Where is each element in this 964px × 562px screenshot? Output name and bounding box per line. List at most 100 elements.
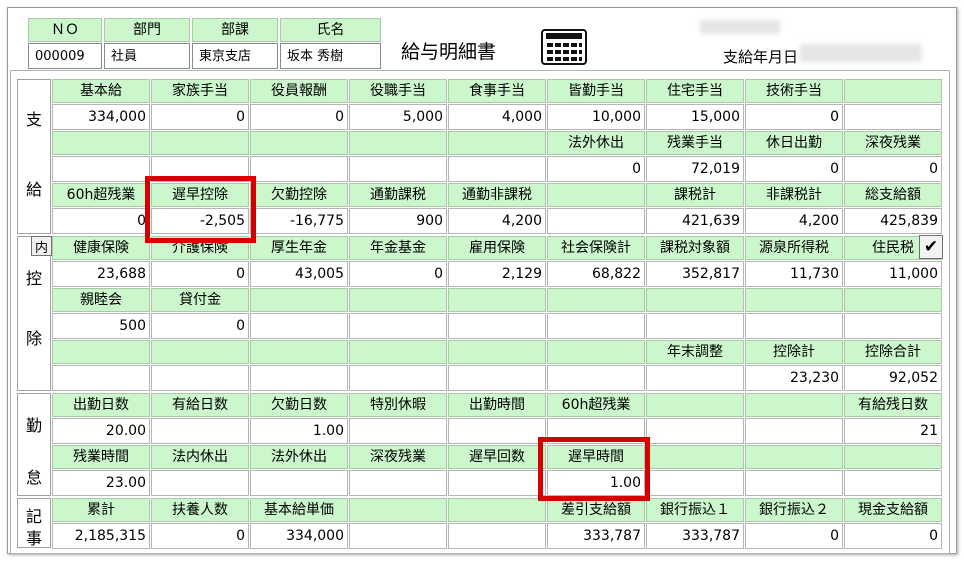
r9-value-5[interactable]: 333,787 — [547, 523, 645, 549]
r2-value-1[interactable] — [151, 156, 249, 182]
r3-value-7[interactable]: 4,200 — [745, 208, 843, 234]
r1-value-1[interactable]: 0 — [151, 104, 249, 130]
r7-value-7[interactable] — [745, 418, 843, 444]
r1-value-6[interactable]: 15,000 — [646, 104, 744, 130]
section-kintai-char2: 怠 — [25, 468, 42, 487]
r5-value-1[interactable]: 0 — [151, 313, 249, 339]
r6-value-7[interactable]: 23,230 — [745, 365, 843, 391]
r6-value-3[interactable] — [349, 365, 447, 391]
r3-value-3[interactable]: 900 — [349, 208, 447, 234]
r2-label-1 — [151, 131, 249, 155]
r8-value-8[interactable] — [844, 470, 942, 496]
r2-value-8[interactable]: 0 — [844, 156, 942, 182]
r7-value-3[interactable] — [349, 418, 447, 444]
r9-value-4[interactable] — [448, 523, 546, 549]
r8-label-5: 遅早時間 — [547, 445, 645, 469]
r4-value-8[interactable]: 11,000 — [844, 261, 942, 287]
r3-value-0[interactable]: 0 — [52, 208, 150, 234]
r4-value-2[interactable]: 43,005 — [250, 261, 348, 287]
r5-value-3[interactable] — [349, 313, 447, 339]
r8-value-3[interactable] — [349, 470, 447, 496]
r3-value-5[interactable] — [547, 208, 645, 234]
r1-value-7[interactable]: 0 — [745, 104, 843, 130]
r2-value-3[interactable] — [349, 156, 447, 182]
r9-value-6[interactable]: 333,787 — [646, 523, 744, 549]
r1-value-4[interactable]: 4,000 — [448, 104, 546, 130]
r4-value-7[interactable]: 11,730 — [745, 261, 843, 287]
r8-value-7[interactable] — [745, 470, 843, 496]
naiyo-button[interactable]: 内 — [31, 236, 52, 256]
r7-value-0[interactable]: 20.00 — [52, 418, 150, 444]
r8-value-1[interactable] — [151, 470, 249, 496]
r4-value-6[interactable]: 352,817 — [646, 261, 744, 287]
r4-value-0[interactable]: 23,688 — [52, 261, 150, 287]
r9-value-2[interactable]: 334,000 — [250, 523, 348, 549]
r1-value-2[interactable]: 0 — [250, 104, 348, 130]
r1-label-6: 住宅手当 — [646, 79, 744, 103]
header-value-0[interactable]: 000009 — [28, 43, 102, 69]
r3-value-2[interactable]: -16,775 — [250, 208, 348, 234]
r5-value-0[interactable]: 500 — [52, 313, 150, 339]
header-label-1: 部門 — [104, 18, 190, 42]
r8-value-5[interactable]: 1.00 — [547, 470, 645, 496]
r6-value-1[interactable] — [151, 365, 249, 391]
r8-value-0[interactable]: 23.00 — [52, 470, 150, 496]
r6-value-5[interactable] — [547, 365, 645, 391]
header-value-3[interactable]: 坂本 秀樹 — [280, 43, 381, 69]
r7-value-2[interactable]: 1.00 — [250, 418, 348, 444]
r5-value-8[interactable] — [844, 313, 942, 339]
r7-value-5[interactable] — [547, 418, 645, 444]
r3-value-6[interactable]: 421,639 — [646, 208, 744, 234]
r6-value-2[interactable] — [250, 365, 348, 391]
r7-value-8[interactable]: 21 — [844, 418, 942, 444]
r7-value-6[interactable] — [646, 418, 744, 444]
r2-value-2[interactable] — [250, 156, 348, 182]
r9-value-0[interactable]: 2,185,315 — [52, 523, 150, 549]
r9-value-1[interactable]: 0 — [151, 523, 249, 549]
check-button[interactable]: ✔ — [919, 235, 943, 259]
r5-value-6[interactable] — [646, 313, 744, 339]
r6-value-0[interactable] — [52, 365, 150, 391]
r2-value-5[interactable]: 0 — [547, 156, 645, 182]
r8-value-2[interactable] — [250, 470, 348, 496]
r3-value-8[interactable]: 425,839 — [844, 208, 942, 234]
r7-value-4[interactable] — [448, 418, 546, 444]
header-value-1[interactable]: 社員 — [104, 43, 190, 69]
r8-value-6[interactable] — [646, 470, 744, 496]
r6-value-8[interactable]: 92,052 — [844, 365, 942, 391]
r2-value-7[interactable]: 0 — [745, 156, 843, 182]
r9-value-8[interactable]: 0 — [844, 523, 942, 549]
r5-value-7[interactable] — [745, 313, 843, 339]
r1-value-5[interactable]: 10,000 — [547, 104, 645, 130]
r5-value-2[interactable] — [250, 313, 348, 339]
r9-value-7[interactable]: 0 — [745, 523, 843, 549]
r5-value-5[interactable] — [547, 313, 645, 339]
r9-value-3[interactable] — [349, 523, 447, 549]
r2-value-4[interactable] — [448, 156, 546, 182]
r2-value-6[interactable]: 72,019 — [646, 156, 744, 182]
r1-value-0[interactable]: 334,000 — [52, 104, 150, 130]
r4-value-1[interactable]: 0 — [151, 261, 249, 287]
r3-label-2: 欠勤控除 — [250, 183, 348, 207]
r6-label-2 — [250, 340, 348, 364]
header-value-2[interactable]: 東京支店 — [192, 43, 278, 69]
r2-value-0[interactable] — [52, 156, 150, 182]
r4-value-5[interactable]: 68,822 — [547, 261, 645, 287]
r6-value-4[interactable] — [448, 365, 546, 391]
r5-label-8 — [844, 288, 942, 312]
r3-value-4[interactable]: 4,200 — [448, 208, 546, 234]
r5-value-4[interactable] — [448, 313, 546, 339]
calculator-icon[interactable] — [541, 29, 587, 65]
r1-value-8[interactable] — [844, 104, 942, 130]
r3-value-1[interactable]: -2,505 — [151, 208, 249, 234]
r1-value-3[interactable]: 5,000 — [349, 104, 447, 130]
r1-label-8 — [844, 79, 942, 103]
r4-value-3[interactable]: 0 — [349, 261, 447, 287]
r1-label-5: 皆勤手当 — [547, 79, 645, 103]
r7-label-0: 出勤日数 — [52, 393, 150, 417]
section-koujo-char1: 控 — [25, 269, 42, 288]
r6-value-6[interactable] — [646, 365, 744, 391]
r4-value-4[interactable]: 2,129 — [448, 261, 546, 287]
r7-value-1[interactable] — [151, 418, 249, 444]
r8-value-4[interactable] — [448, 470, 546, 496]
